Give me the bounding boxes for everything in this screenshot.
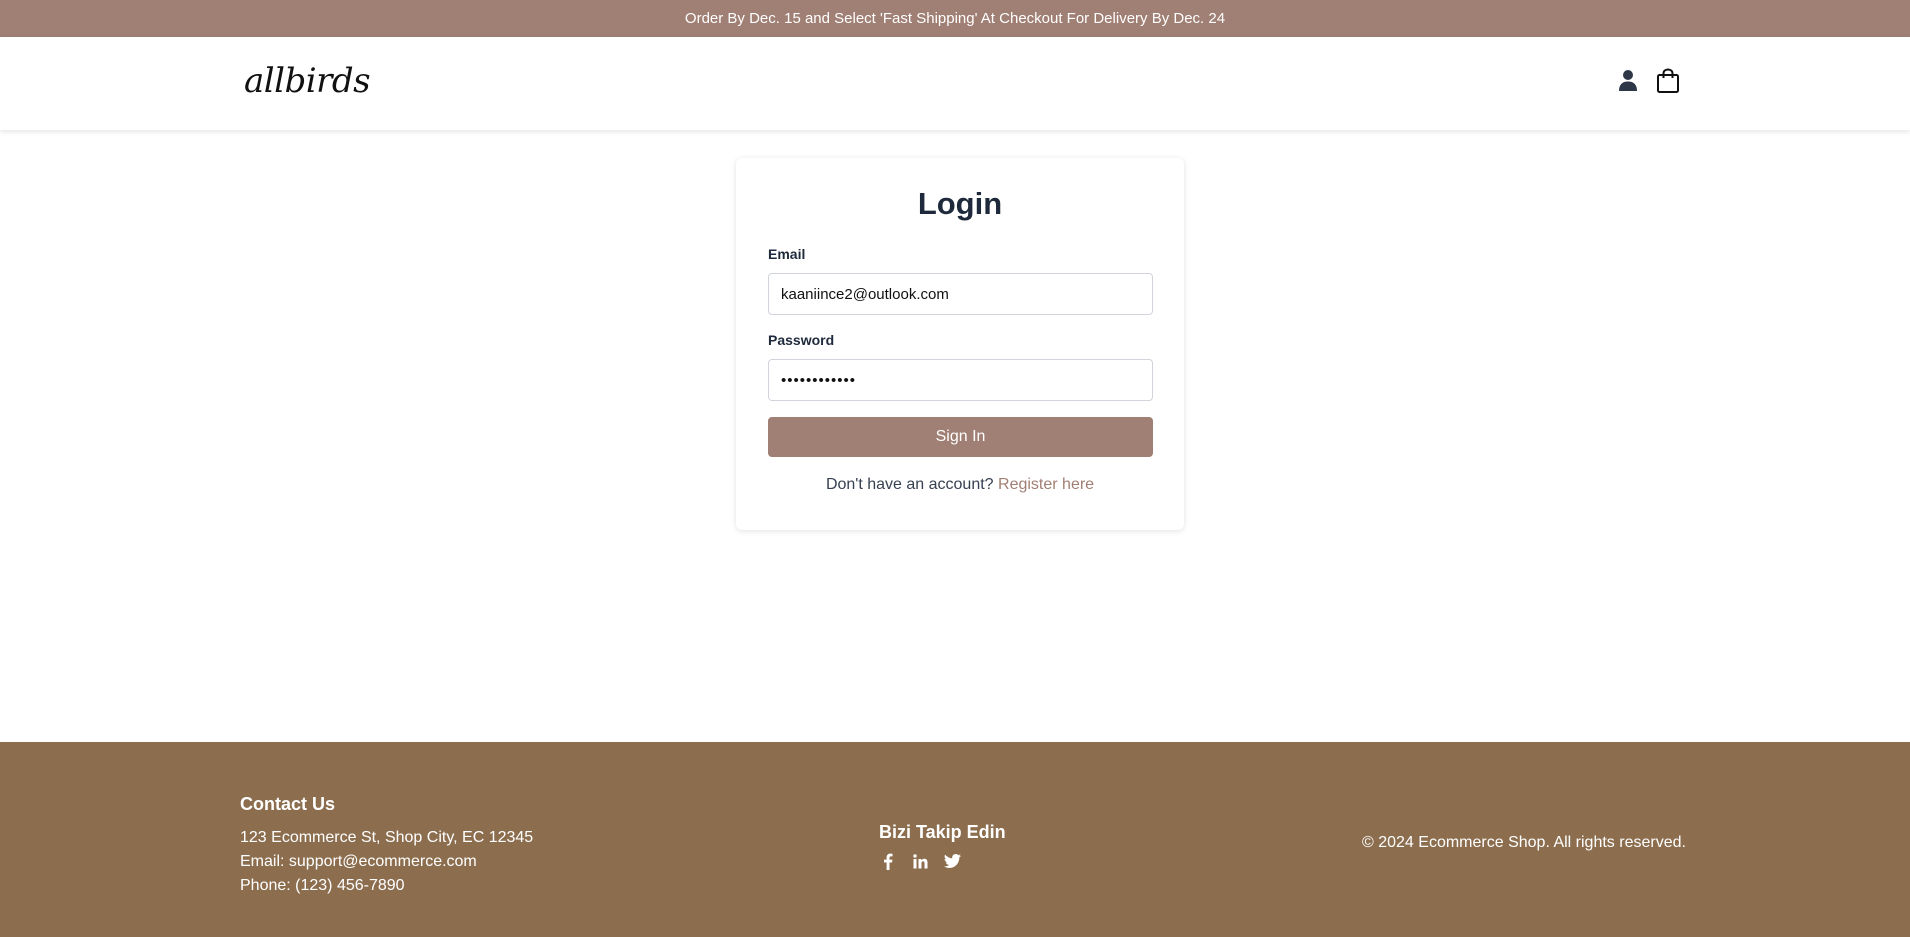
announcement-text: Order By Dec. 15 and Select 'Fast Shippi… <box>684 10 1226 27</box>
register-prompt: Don't have an account? <box>825 476 994 493</box>
email-field[interactable] <box>768 273 1153 315</box>
register-prompt-line: Don't have an account? Register here <box>736 476 1184 494</box>
shopping-bag-icon[interactable] <box>1656 67 1680 93</box>
password-field[interactable] <box>768 359 1153 401</box>
user-icon[interactable] <box>1616 67 1640 93</box>
facebook-icon[interactable] <box>879 852 897 870</box>
login-card: Login Email Password Sign In Don't have … <box>736 158 1184 530</box>
contact-phone: Phone: (123) 456-7890 <box>240 877 405 894</box>
copyright-text: © 2024 Ecommerce Shop. All rights reserv… <box>1362 834 1686 851</box>
linkedin-icon[interactable] <box>911 852 929 870</box>
contact-email: Email: support@ecommerce.com <box>240 853 477 870</box>
sign-in-button[interactable]: Sign In <box>768 417 1153 457</box>
login-title: Login <box>917 186 1003 221</box>
site-header: allbirds <box>0 37 1910 130</box>
header-actions <box>1616 67 1680 93</box>
announcement-bar: Order By Dec. 15 and Select 'Fast Shippi… <box>0 0 1910 37</box>
password-label: Password <box>768 332 835 348</box>
brand-logo[interactable]: allbirds <box>244 61 371 101</box>
email-label: Email <box>768 246 806 262</box>
site-footer: Contact Us 123 Ecommerce St, Shop City, … <box>0 742 1910 937</box>
contact-address: 123 Ecommerce St, Shop City, EC 12345 <box>240 829 534 846</box>
follow-title: Bizi Takip Edin <box>879 822 1006 842</box>
social-links <box>879 852 961 870</box>
twitter-icon[interactable] <box>943 852 961 870</box>
contact-title: Contact Us <box>240 794 336 814</box>
register-link[interactable]: Register here <box>998 476 1094 493</box>
